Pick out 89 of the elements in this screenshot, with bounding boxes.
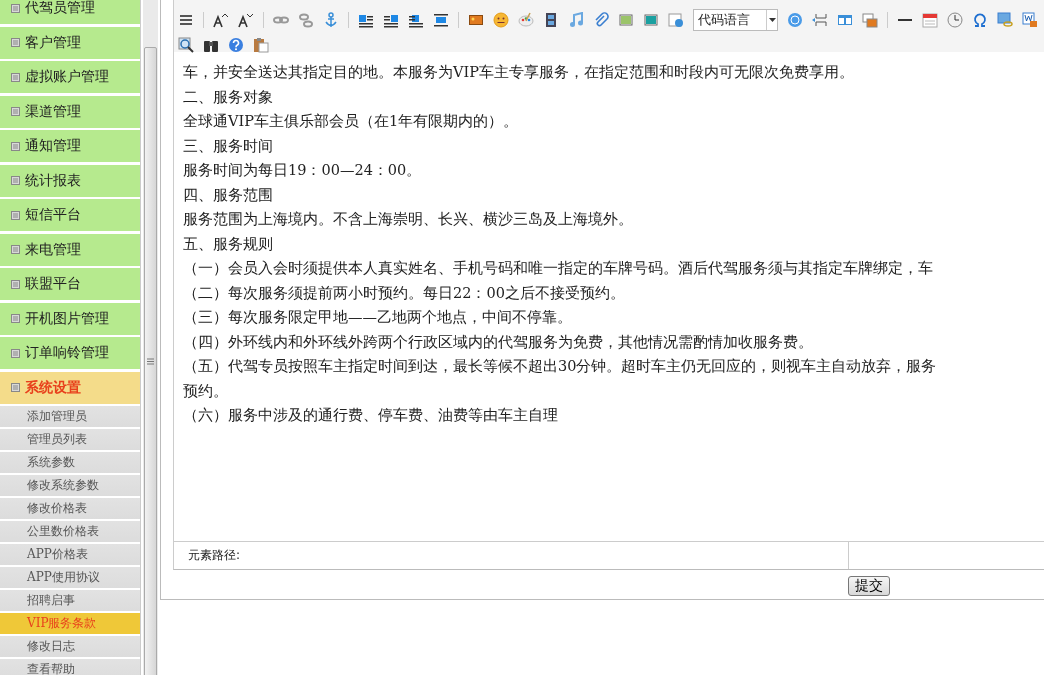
vertical-scrollbar[interactable] xyxy=(143,0,158,675)
sidebar-menu-label: 客户管理 xyxy=(25,33,81,52)
font-increase-icon[interactable] xyxy=(213,11,229,28)
square-bullet-icon xyxy=(11,348,20,358)
square-bullet-icon xyxy=(11,38,20,47)
sidebar-menu-label: 统计报表 xyxy=(25,171,81,190)
text-line: （一）会员入会时须提供本人真实姓名、手机号码和唯一指定的车牌号码。酒后代驾服务须与其指定车牌绑定，车 xyxy=(183,259,934,278)
calendar-icon[interactable] xyxy=(922,11,938,28)
sidebar-menu-label: 来电管理 xyxy=(25,240,81,259)
text-line: 三、服务时间 xyxy=(183,136,274,156)
sidebar-submenu-item[interactable]: 系统参数 xyxy=(0,452,140,473)
image-block-icon[interactable] xyxy=(433,11,449,28)
square-bullet-icon xyxy=(11,245,20,254)
paperclip-icon[interactable] xyxy=(593,11,609,28)
sidebar-menu-item[interactable]: 通知管理 xyxy=(0,130,140,162)
help-icon[interactable] xyxy=(228,36,244,53)
sidebar-menu-item[interactable]: 来电管理 xyxy=(0,233,140,266)
submit-button[interactable]: 提交 xyxy=(847,576,890,596)
music-icon[interactable] xyxy=(568,11,584,28)
sidebar-submenu-item[interactable]: 修改系统参数 xyxy=(0,475,140,496)
sidebar-submenu-item[interactable]: 招聘启事 xyxy=(0,590,140,611)
sidebar-menu-item[interactable]: 渠道管理 xyxy=(0,95,140,128)
square-bullet-icon xyxy=(11,279,20,289)
scrollbar-thumb[interactable] xyxy=(144,47,157,675)
sidebar-menu-label: 渠道管理 xyxy=(25,102,81,121)
grip-icon xyxy=(147,357,154,365)
sidebar-menu-label: 通知管理 xyxy=(25,137,81,155)
sidebar-menu-label: 开机图片管理 xyxy=(25,309,109,328)
image-link-icon[interactable] xyxy=(997,11,1013,28)
square-bullet-icon xyxy=(11,3,20,13)
sidebar-submenu-item[interactable]: 公里数价格表 xyxy=(0,521,140,542)
sidebar-menu-label: 联盟平台 xyxy=(25,275,81,293)
emoticon-icon[interactable] xyxy=(493,11,509,28)
zoom-icon[interactable] xyxy=(178,36,194,53)
sidebar-menu-item[interactable]: 开机图片管理 xyxy=(0,302,140,335)
clock-icon[interactable] xyxy=(947,11,963,28)
square-bullet-icon xyxy=(11,107,20,116)
text-line: 预约。 xyxy=(183,381,229,401)
text-line: （二）每次服务须提前两小时预约。每日22：00之后不接受预约。 xyxy=(183,283,626,303)
palette-icon[interactable] xyxy=(518,11,534,28)
element-path-label: 元素路径: xyxy=(187,547,242,564)
sidebar-menu-item[interactable]: 联盟平台 xyxy=(0,268,140,300)
square-bullet-icon xyxy=(11,314,20,323)
webpage-icon[interactable] xyxy=(668,11,684,28)
code-language-dropdown[interactable]: 代码语言 xyxy=(693,8,778,31)
unlink-icon[interactable] xyxy=(298,11,314,28)
text-line: 车，并安全送达其指定目的地。本服务为VIP车主专享服务，在指定范围和时段内可无限次免费享用。 xyxy=(183,63,855,82)
sidebar-menu-label: 订单响铃管理 xyxy=(25,344,109,362)
text-line: （四）外环线内和外环线外跨两个行政区域内的代驾服务为免费，其他情况需酌情加收服务费。 xyxy=(183,332,814,352)
sidebar-menu-label: 短信平台 xyxy=(25,206,81,224)
caret-icon xyxy=(768,17,776,22)
frame-icon[interactable] xyxy=(862,11,878,28)
sidebar-menu-item[interactable]: 短信平台 xyxy=(0,199,140,231)
square-bullet-icon xyxy=(11,72,20,82)
sidebar-submenu-item[interactable]: APP价格表 xyxy=(0,544,140,565)
sidebar-menu-item[interactable]: 客户管理 xyxy=(0,26,140,59)
sidebar-menu-item[interactable]: 虚拟账户管理 xyxy=(0,61,140,93)
sidebar-menu-label: 虚拟账户管理 xyxy=(25,68,109,86)
sidebar-menu-label: 代驾员管理 xyxy=(25,0,95,17)
word-document-icon[interactable] xyxy=(1022,11,1038,28)
anchor-icon[interactable] xyxy=(323,11,339,28)
sidebar-menu-item[interactable]: 统计报表 xyxy=(0,164,140,197)
sidebar-submenu-item[interactable]: APP使用协议 xyxy=(0,567,140,588)
sidebar-menu-item[interactable]: 代驾员管理 xyxy=(0,0,140,24)
text-line: 服务范围为上海境内。不含上海崇明、长兴、横沙三岛及上海境外。 xyxy=(183,210,634,229)
sidebar-submenu-item[interactable]: 修改价格表 xyxy=(0,498,140,519)
page-break-icon[interactable] xyxy=(812,11,828,28)
text-line: （三）每次服务限定甲地——乙地两个地点，中间不停靠。 xyxy=(183,308,573,327)
sidebar-submenu-item[interactable]: 管理员列表 xyxy=(0,429,140,450)
sidebar-menu-label: 系统设置 xyxy=(25,378,81,397)
text-line: 二、服务对象 xyxy=(183,87,274,107)
square-bullet-icon xyxy=(11,141,20,151)
square-bullet-icon xyxy=(11,176,20,185)
omega-icon[interactable] xyxy=(972,11,988,28)
text-line: 全球通VIP车主俱乐部会员（在1年有限期内的）。 xyxy=(183,112,520,131)
square-bullet-icon xyxy=(11,383,20,392)
sidebar-menu-item[interactable]: 订单响铃管理 xyxy=(0,337,140,369)
text-line: （六）服务中涉及的通行费、停车费、油费等由车主自理 xyxy=(183,406,559,425)
font-decrease-icon[interactable] xyxy=(238,11,254,28)
square-bullet-icon xyxy=(11,210,20,220)
text-line: 服务时间为每日19：00—24：00。 xyxy=(183,161,423,180)
sidebar-submenu-item[interactable]: 查看帮助 xyxy=(0,659,140,675)
sidebar-submenu-item[interactable]: 添加管理员 xyxy=(0,406,140,427)
text-line: （五）代驾专员按照车主指定时间到达，最长等候不超出30分钟。超时车主仍无回应的，则视车主自动放弃，服务 xyxy=(183,357,938,376)
text-line: 四、服务范围 xyxy=(183,185,274,205)
paste-icon[interactable] xyxy=(253,36,269,53)
film-icon[interactable] xyxy=(543,11,559,28)
sidebar-submenu-item[interactable]: 修改日志 xyxy=(0,636,140,657)
text-line: 五、服务规则 xyxy=(183,234,274,254)
